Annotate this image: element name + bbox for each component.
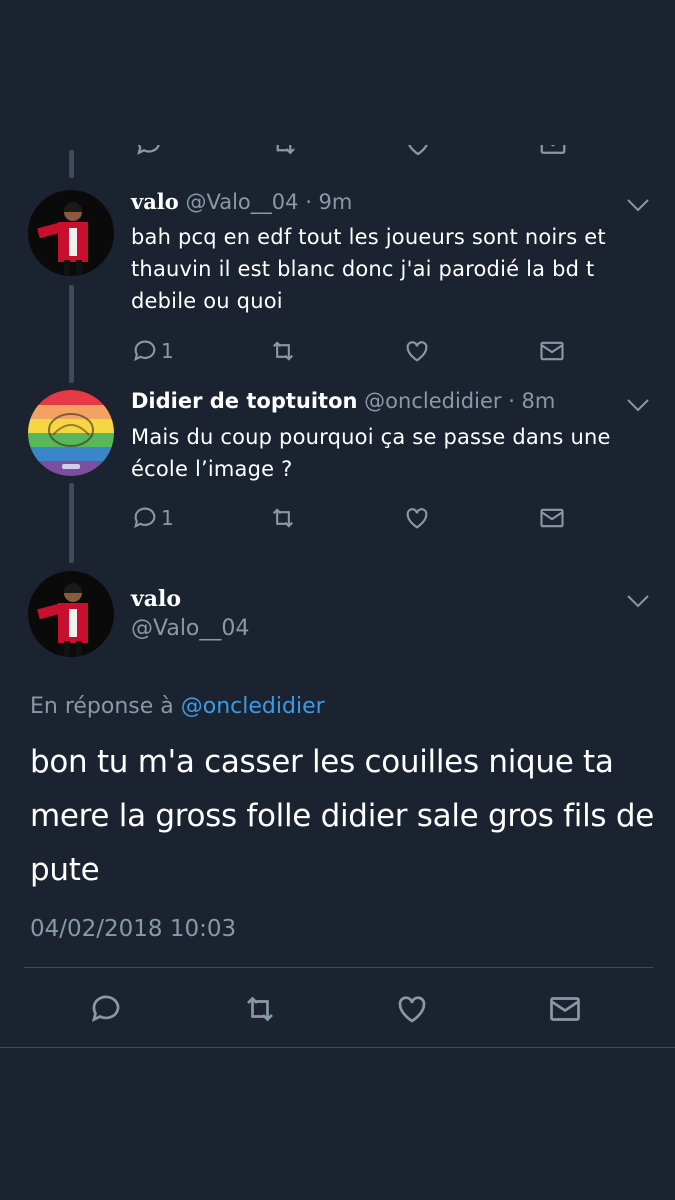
reply-icon	[134, 507, 156, 529]
reply-icon	[91, 995, 120, 1023]
tweet-text: bah pcq en edf tout les joueurs sont noi…	[131, 225, 606, 313]
message-icon	[550, 997, 580, 1021]
retweet-icon	[276, 145, 295, 155]
user-handle[interactable]: @Valo__04	[131, 616, 249, 641]
display-name[interactable]: valo	[131, 189, 179, 214]
retweet-icon	[247, 996, 273, 1022]
reply-prefix: En réponse à	[30, 694, 174, 719]
tweet-text: Mais du coup pourquoi ça se passe dans u…	[131, 425, 611, 481]
reply-count: 1	[161, 339, 174, 363]
thread-line-2	[69, 483, 74, 563]
tweet-actions: 1	[131, 334, 581, 368]
thread-line-top	[69, 150, 74, 178]
reply-button[interactable]: 1	[131, 334, 174, 368]
divider	[0, 1047, 675, 1048]
avatar[interactable]	[28, 390, 114, 476]
reply-link[interactable]: @oncledidier	[181, 694, 325, 719]
display-name[interactable]: Didier de toptuiton	[131, 389, 357, 413]
tweet-time: · 8m	[508, 389, 556, 413]
chevron-down-icon[interactable]	[625, 396, 651, 414]
like-icon	[406, 508, 428, 529]
message-icon	[540, 508, 564, 528]
tweet-timestamp: 04/02/2018 10:03	[30, 916, 237, 942]
reply-count: 1	[161, 506, 174, 530]
user-handle[interactable]: @Valo__04	[185, 190, 298, 214]
avatar[interactable]	[28, 571, 114, 657]
like-icon	[406, 341, 428, 362]
retweet-icon	[272, 341, 294, 361]
retweet-button[interactable]	[269, 334, 297, 368]
retweet-button[interactable]	[269, 501, 297, 535]
display-name[interactable]: valo	[131, 586, 181, 612]
tweet-header: Didier de toptuiton @oncledidier · 8m	[131, 389, 555, 413]
like-icon	[398, 996, 426, 1023]
message-button[interactable]	[538, 501, 566, 535]
message-icon	[540, 145, 566, 154]
tweet-text: bon tu m'a casser les couilles nique ta …	[30, 744, 654, 888]
retweet-button[interactable]	[240, 990, 280, 1028]
chevron-down-icon[interactable]	[625, 592, 651, 610]
thread-line-1	[69, 285, 74, 383]
chevron-down-icon[interactable]	[625, 196, 651, 214]
divider	[24, 967, 653, 968]
message-button[interactable]	[538, 334, 566, 368]
reply-icon	[137, 145, 160, 155]
like-button[interactable]	[392, 990, 432, 1028]
previous-actions-peek	[131, 145, 581, 159]
retweet-icon	[272, 508, 294, 528]
reply-button[interactable]: 1	[131, 501, 174, 535]
like-button[interactable]	[403, 334, 431, 368]
reply-button[interactable]	[86, 990, 126, 1028]
like-button[interactable]	[403, 501, 431, 535]
message-icon	[540, 341, 564, 361]
tweet-actions: 1	[131, 501, 581, 535]
reply-icon	[134, 340, 156, 362]
tweet-time: · 9m	[305, 190, 353, 214]
like-icon	[408, 145, 428, 156]
tweet-header: valo @Valo__04 · 9m	[131, 189, 352, 214]
user-handle[interactable]: @oncledidier	[364, 389, 501, 413]
reply-context: En réponse à @oncledidier	[30, 694, 325, 719]
message-button[interactable]	[545, 990, 585, 1028]
avatar[interactable]	[28, 190, 114, 276]
